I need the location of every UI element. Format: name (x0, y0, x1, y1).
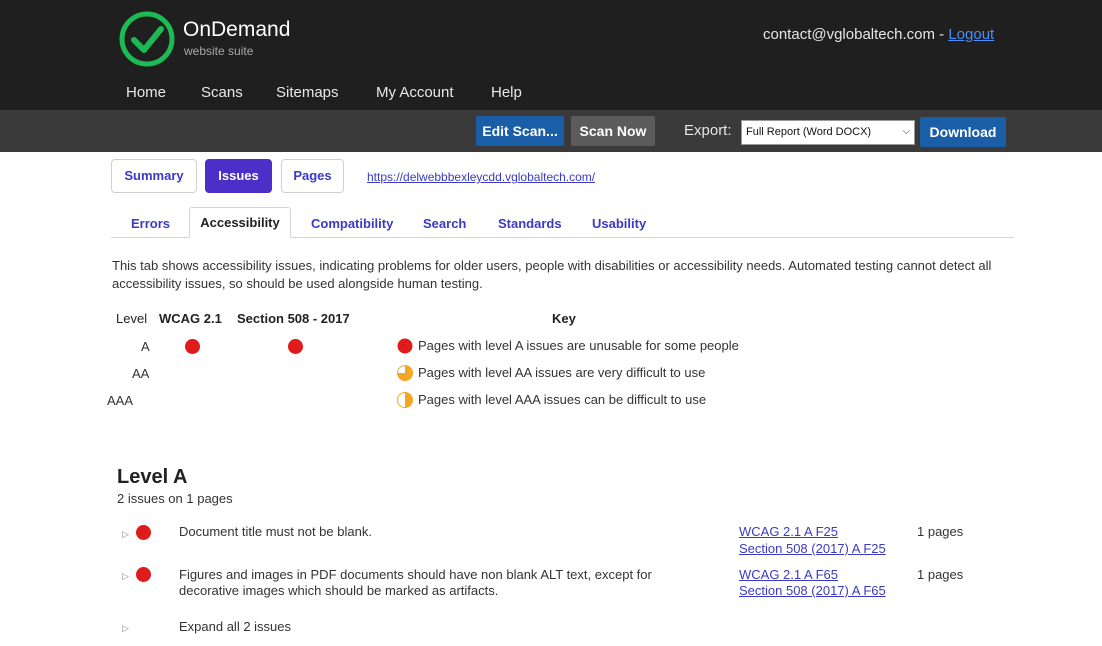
nav-home[interactable]: Home (126, 84, 166, 101)
export-selected-value: Full Report (Word DOCX) (746, 126, 872, 138)
logout-link[interactable]: Logout (948, 26, 994, 43)
issue-2-section508-link[interactable]: Section 508 (2017) A F65 (739, 583, 886, 599)
expand-all-issues[interactable]: Expand all 2 issues (179, 619, 291, 635)
level-a-label: A (141, 339, 150, 354)
issue-1-text[interactable]: Document title must not be blank. (179, 524, 699, 540)
issue-severity-icon (136, 525, 151, 540)
key-level-aa-text: Pages with level AA issues are very diff… (418, 365, 706, 380)
wcag-level-a-status-icon (185, 339, 200, 354)
nav-scans[interactable]: Scans (201, 84, 243, 101)
full-red-circle-icon (397, 338, 413, 354)
download-button[interactable]: Download (920, 117, 1006, 147)
key-level-aaa-text: Pages with level AAA issues can be diffi… (418, 392, 707, 407)
app-header: OnDemand website suite contact@vglobalte… (0, 0, 1102, 110)
subtab-errors[interactable]: Errors (131, 216, 170, 231)
checkmark-logo-icon (119, 11, 175, 67)
subtab-search[interactable]: Search (423, 216, 466, 231)
tab-issues[interactable]: Issues (205, 159, 272, 193)
issue-2-text[interactable]: Figures and images in PDF documents shou… (179, 567, 699, 599)
issue-2-pages: 1 pages (917, 567, 964, 582)
subtab-usability[interactable]: Usability (592, 216, 646, 231)
nav-my-account[interactable]: My Account (376, 84, 454, 101)
issue-1-pages: 1 pages (917, 524, 964, 539)
half-orange-circle-icon (397, 392, 413, 408)
s508-level-a-status-icon (288, 339, 303, 354)
brand-subtitle: website suite (184, 44, 254, 58)
brand-name: OnDemand (183, 18, 291, 41)
expand-triangle-icon[interactable]: ▷ (122, 571, 129, 582)
export-label: Export: (684, 122, 732, 139)
col-header-section508: Section 508 - 2017 (237, 311, 350, 326)
issue-severity-icon (136, 567, 151, 582)
level-aa-label: AA (132, 366, 150, 381)
tab-description: This tab shows accessibility issues, ind… (112, 258, 992, 291)
nav-help[interactable]: Help (491, 84, 522, 101)
export-format-select[interactable]: Full Report (Word DOCX) ⌵ (741, 120, 915, 145)
account-info: contact@vglobaltech.com - Logout (763, 26, 994, 43)
scan-now-button[interactable]: Scan Now (571, 116, 655, 146)
tab-pages[interactable]: Pages (281, 159, 344, 193)
section-title: Level A (117, 466, 188, 488)
subtab-compatibility[interactable]: Compatibility (311, 216, 393, 231)
tab-summary[interactable]: Summary (111, 159, 197, 193)
col-header-key: Key (552, 311, 576, 326)
level-aaa-label: AAA (107, 393, 134, 408)
col-header-wcag: WCAG 2.1 (159, 311, 222, 326)
issue-1-section508-link[interactable]: Section 508 (2017) A F25 (739, 541, 886, 557)
expand-all-triangle-icon[interactable]: ▷ (122, 623, 129, 634)
subtab-accessibility[interactable]: Accessibility (189, 207, 291, 238)
chevron-down-icon: ⌵ (902, 126, 910, 137)
nav-sitemaps[interactable]: Sitemaps (276, 84, 339, 101)
issue-1-wcag-link[interactable]: WCAG 2.1 A F25 (739, 524, 838, 540)
expand-triangle-icon[interactable]: ▷ (122, 529, 129, 540)
col-header-level: Level (116, 311, 148, 326)
issue-2-wcag-link[interactable]: WCAG 2.1 A F65 (739, 567, 838, 583)
three-quarter-orange-circle-icon (397, 365, 413, 381)
key-level-a-text: Pages with level A issues are unusable f… (418, 338, 739, 353)
site-url-link[interactable]: https://delwebbbexleycdd.vglobaltech.com… (367, 170, 595, 184)
section-issue-count: 2 issues on 1 pages (117, 491, 233, 506)
account-email: contact@vglobaltech.com (763, 26, 935, 43)
edit-scan-button[interactable]: Edit Scan... (476, 116, 564, 146)
subtab-standards[interactable]: Standards (498, 216, 562, 231)
account-separator: - (934, 26, 949, 43)
